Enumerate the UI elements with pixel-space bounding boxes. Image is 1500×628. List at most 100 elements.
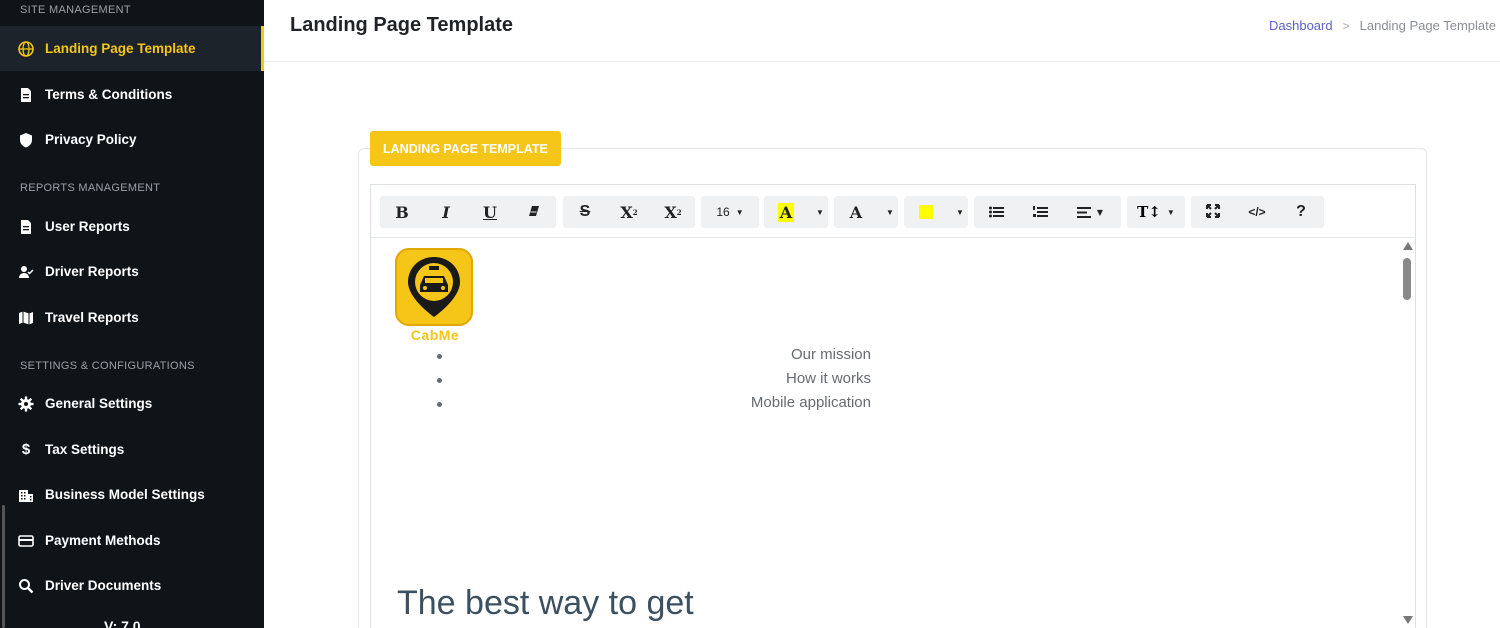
sidebar-item-user-reports[interactable]: User Reports xyxy=(0,204,264,249)
sidebar-item-tax-settings[interactable]: $ Tax Settings xyxy=(0,427,264,472)
sidebar-item-label: Driver Reports xyxy=(45,264,139,279)
sidebar-item-label: User Reports xyxy=(45,219,130,234)
bullet-icon xyxy=(437,354,442,359)
shield-icon xyxy=(17,131,35,149)
list-item: Our mission xyxy=(371,344,871,368)
toolbar-group-misc: </> ? xyxy=(1191,196,1324,228)
sidebar-item-label: Tax Settings xyxy=(45,442,125,457)
user-check-icon xyxy=(17,263,35,281)
list-item-text: Our mission xyxy=(790,346,871,363)
map-icon xyxy=(17,309,35,327)
sidebar-item-label: Business Model Settings xyxy=(45,487,205,502)
bullet-icon xyxy=(437,378,442,383)
chevron-down-icon: ▼ xyxy=(735,207,744,217)
list-item: Mobile application xyxy=(371,392,871,416)
strikethrough-button[interactable]: S xyxy=(563,196,607,228)
bold-button[interactable]: B xyxy=(380,196,424,228)
font-size-value: 16 xyxy=(716,205,730,219)
hero-heading: The best way to get xyxy=(397,584,694,622)
sidebar-item-label: Privacy Policy xyxy=(45,132,137,147)
editor-toolbar: B I U S X2 X2 16 ▼ A ▼ A ▼ ▼ ▼ T↕ ▼ </> … xyxy=(371,185,1415,238)
chevron-down-icon: ▼ xyxy=(956,207,964,217)
chevron-down-icon: ▼ xyxy=(1166,207,1175,217)
underline-button[interactable]: U xyxy=(468,196,512,228)
sidebar-item-label: Landing Page Template xyxy=(45,41,196,56)
section-settings-configurations: SETTINGS & CONFIGURATIONS xyxy=(20,360,195,372)
font-size-dropdown[interactable]: 16 ▼ xyxy=(701,196,759,228)
highlight-color-button[interactable]: A xyxy=(764,196,808,228)
document-icon xyxy=(17,218,35,236)
sidebar-item-landing-page-template[interactable]: Landing Page Template xyxy=(0,26,264,71)
sidebar-item-label: Payment Methods xyxy=(45,533,161,548)
editor-content[interactable]: CabMe Our mission How it works Mobile ap… xyxy=(371,238,1415,628)
card-tag: LANDING PAGE TEMPLATE xyxy=(370,131,561,166)
toolbar-group-paragraph: ▼ xyxy=(974,196,1121,228)
sidebar-item-travel-reports[interactable]: Travel Reports xyxy=(0,295,264,340)
background-color-button[interactable] xyxy=(904,196,948,228)
sidebar-item-terms-conditions[interactable]: Terms & Conditions xyxy=(0,72,264,117)
cabme-logo: CabMe xyxy=(395,248,475,343)
help-button[interactable]: ? xyxy=(1279,196,1323,228)
breadcrumb-dashboard-link[interactable]: Dashboard xyxy=(1269,18,1333,33)
list-item-text: How it works xyxy=(785,370,871,387)
bullet-list-icon xyxy=(988,203,1004,222)
credit-card-icon xyxy=(17,532,35,550)
scroll-up-icon[interactable] xyxy=(1403,242,1413,250)
dollar-icon: $ xyxy=(21,441,31,458)
list-item-text: Mobile application xyxy=(750,394,871,411)
eraser-button[interactable] xyxy=(512,196,556,228)
sidebar-item-label: Terms & Conditions xyxy=(45,87,173,102)
background-color-dropdown[interactable]: ▼ xyxy=(904,196,968,228)
version-label: V: 7.0 xyxy=(104,618,141,628)
scroll-down-icon[interactable] xyxy=(1403,616,1413,624)
sidebar-item-driver-documents[interactable]: Driver Documents xyxy=(0,563,264,608)
sidebar-item-general-settings[interactable]: General Settings xyxy=(0,381,264,426)
chevron-down-icon: ▼ xyxy=(816,207,824,217)
color-swatch-icon xyxy=(919,205,933,219)
gear-icon xyxy=(17,395,35,413)
text-color-dropdown[interactable]: A ▼ xyxy=(834,196,898,228)
highlight-color-label: A xyxy=(777,202,795,222)
sidebar-item-business-model-settings[interactable]: Business Model Settings xyxy=(0,472,264,517)
chevron-down-icon: ▼ xyxy=(1096,207,1104,217)
sidebar-item-label: General Settings xyxy=(45,396,153,411)
sidebar-item-driver-reports[interactable]: Driver Reports xyxy=(0,249,264,294)
sidebar-item-payment-methods[interactable]: Payment Methods xyxy=(0,518,264,563)
italic-button[interactable]: I xyxy=(424,196,468,228)
unordered-list-button[interactable] xyxy=(974,196,1018,228)
superscript-button[interactable]: X2 xyxy=(607,196,651,228)
subscript-label: X xyxy=(664,202,677,222)
chevron-down-icon: ▼ xyxy=(886,207,894,217)
fullscreen-button[interactable] xyxy=(1191,196,1235,228)
eraser-icon xyxy=(527,203,541,222)
line-height-dropdown[interactable]: T↕ ▼ xyxy=(1127,196,1185,228)
sidebar-scrollbar[interactable] xyxy=(2,505,5,628)
editor-menu-list: Our mission How it works Mobile applicat… xyxy=(371,344,871,416)
align-dropdown[interactable]: ▼ xyxy=(1062,196,1118,228)
page-header: Landing Page Template Dashboard > Landin… xyxy=(264,0,1500,62)
code-view-button[interactable]: </> xyxy=(1235,196,1279,228)
ordered-list-button[interactable] xyxy=(1018,196,1062,228)
bullet-icon xyxy=(437,402,442,407)
toolbar-group-style: B I U xyxy=(380,196,556,228)
highlight-color-dropdown[interactable]: A ▼ xyxy=(764,196,828,228)
page-title: Landing Page Template xyxy=(290,14,513,36)
sidebar-item-label: Driver Documents xyxy=(45,578,162,593)
search-document-icon xyxy=(17,577,35,595)
align-left-icon xyxy=(1076,203,1091,222)
building-icon xyxy=(17,486,35,504)
sidebar: SITE MANAGEMENT Landing Page Template Te… xyxy=(0,0,264,628)
document-icon xyxy=(17,86,35,104)
subscript-button[interactable]: X2 xyxy=(651,196,695,228)
text-color-button[interactable]: A xyxy=(834,196,878,228)
logo-text: CabMe xyxy=(410,327,460,343)
scroll-thumb[interactable] xyxy=(1403,258,1411,300)
toolbar-group-script: S X2 X2 xyxy=(563,196,695,228)
rich-text-editor[interactable]: B I U S X2 X2 16 ▼ A ▼ A ▼ ▼ ▼ T↕ ▼ </> … xyxy=(370,184,1416,628)
editor-scrollbar[interactable] xyxy=(1401,238,1413,628)
sidebar-item-privacy-policy[interactable]: Privacy Policy xyxy=(0,117,264,162)
text-height-icon: T↕ xyxy=(1137,203,1161,221)
section-site-management: SITE MANAGEMENT xyxy=(20,4,131,16)
list-item: How it works xyxy=(371,368,871,392)
fullscreen-icon xyxy=(1206,203,1220,222)
